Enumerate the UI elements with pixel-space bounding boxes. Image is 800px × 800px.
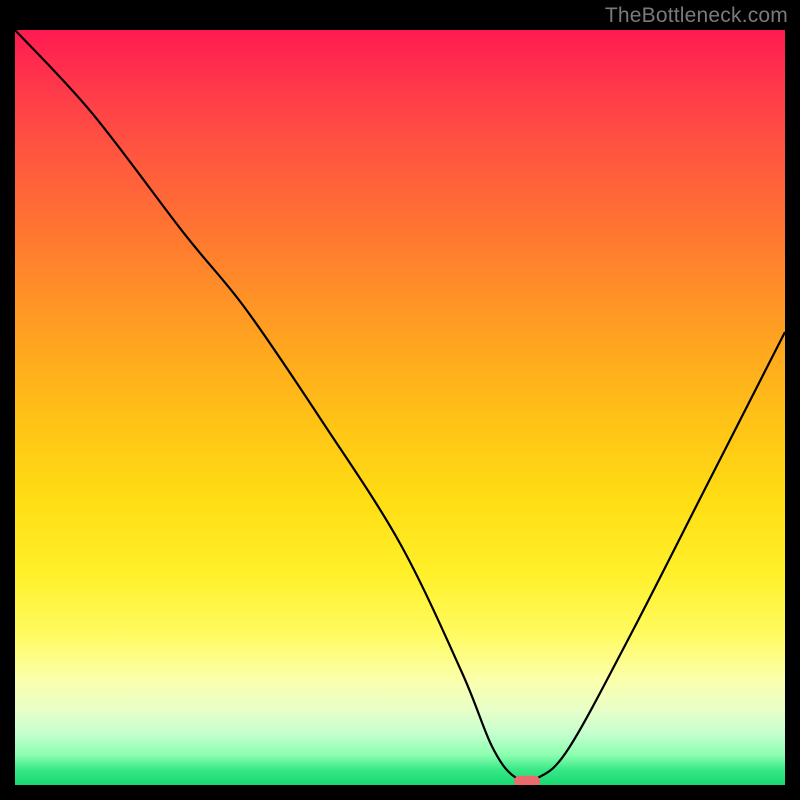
- bottleneck-curve: [15, 30, 785, 781]
- watermark-text: TheBottleneck.com: [605, 4, 788, 28]
- chart-frame: TheBottleneck.com: [0, 0, 800, 800]
- plot-area: [15, 30, 785, 785]
- chart-svg: [15, 30, 785, 785]
- optimal-marker: [514, 776, 540, 785]
